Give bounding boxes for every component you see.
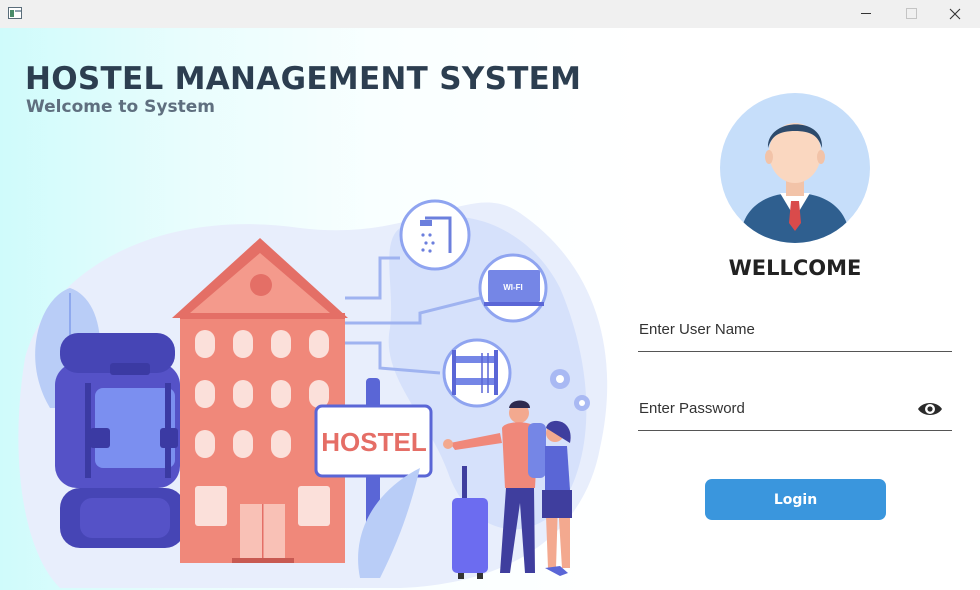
bunk-bed-icon (442, 338, 512, 408)
username-input[interactable] (638, 308, 908, 350)
shower-icon (399, 199, 471, 271)
maximize-button[interactable] (888, 0, 934, 28)
close-button[interactable] (932, 0, 978, 28)
login-button[interactable]: Login (705, 479, 886, 520)
hostel-sign-text: HOSTEL (321, 427, 427, 457)
wifi-laptop-icon: WI-FI (478, 253, 548, 323)
username-field (638, 308, 952, 352)
minimize-button[interactable] (843, 0, 889, 28)
close-icon (949, 8, 961, 20)
app-subtitle: Welcome to System (26, 97, 215, 117)
wifi-label: WI-FI (503, 283, 523, 292)
main-window: HOSTEL MANAGEMENT SYSTEM Welcome to Syst… (0, 28, 980, 590)
left-panel: HOSTEL MANAGEMENT SYSTEM Welcome to Syst… (0, 28, 640, 590)
backpack (55, 333, 185, 548)
password-input[interactable] (638, 387, 908, 429)
eye-icon[interactable] (916, 399, 944, 419)
title-bar (0, 0, 980, 28)
user-avatar-icon (720, 93, 870, 243)
app-window-icon (8, 7, 22, 19)
password-field (638, 387, 952, 431)
hostel-illustration: HOSTEL WI-FI (18, 199, 608, 589)
app-title: HOSTEL MANAGEMENT SYSTEM (25, 61, 582, 97)
welcome-heading: WELLCOME (728, 256, 862, 280)
login-panel: WELLCOME Login (638, 28, 980, 590)
